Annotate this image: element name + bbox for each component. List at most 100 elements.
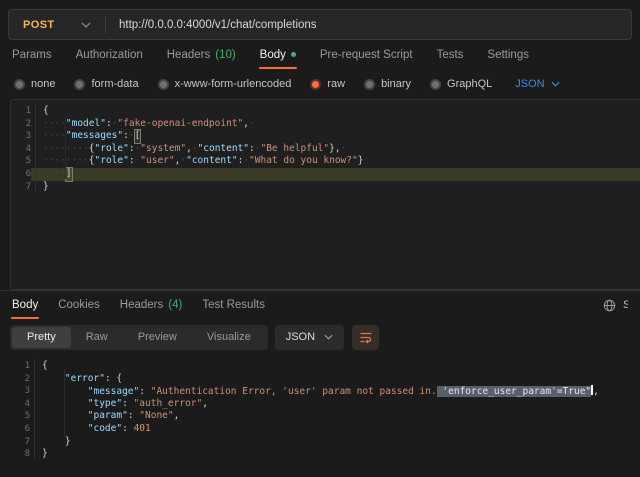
chevron-down-icon [324, 334, 333, 340]
code-line[interactable]: 4 "type": "auth_error", [10, 398, 640, 411]
response-toolbar: Pretty Raw Preview Visualize JSON [0, 319, 640, 355]
code-line[interactable]: 8} [10, 448, 640, 461]
code-line[interactable]: 1{ [11, 105, 640, 118]
radio-graphql[interactable]: GraphQL [430, 78, 492, 90]
tab-label: Body [12, 299, 38, 311]
code-line[interactable]: 2 "error": { [10, 373, 640, 386]
code-line[interactable]: 6····] [11, 168, 640, 181]
radio-icon [14, 79, 25, 90]
code-line[interactable]: 5 "param": "None", [10, 410, 640, 423]
tab-params[interactable]: Params [12, 40, 52, 69]
chevron-down-icon [81, 22, 91, 28]
radio-icon [430, 79, 441, 90]
status-text-clipped: S [623, 299, 628, 311]
line-number: 5 [11, 155, 31, 168]
tab-body[interactable]: Body [260, 40, 296, 69]
code-line[interactable]: 4········{"role":·"system",·"content":·"… [11, 143, 640, 156]
tab-settings[interactable]: Settings [487, 40, 529, 69]
postman-window: POST http://0.0.0.0:4000/v1/chat/complet… [0, 0, 640, 477]
url-input[interactable]: http://0.0.0.0:4000/v1/chat/completions [106, 19, 317, 31]
method-label: POST [23, 19, 55, 31]
tab-pre-request-script[interactable]: Pre-request Script [320, 40, 413, 69]
tab-label: Pre-request Script [320, 49, 413, 61]
radio-label: raw [327, 78, 345, 90]
code-line[interactable]: 1{ [10, 360, 640, 373]
request-url-row: POST http://0.0.0.0:4000/v1/chat/complet… [0, 0, 640, 40]
response-body-editor[interactable]: 1{2 "error": {3 "message": "Authenticati… [10, 355, 640, 461]
radio-label: x-www-form-urlencoded [175, 78, 292, 90]
line-number: 6 [11, 168, 31, 181]
tab-authorization[interactable]: Authorization [76, 40, 143, 69]
line-number: 1 [11, 105, 31, 118]
code-lines: 1{2 "error": {3 "message": "Authenticati… [10, 355, 640, 461]
view-raw[interactable]: Raw [71, 327, 123, 348]
response-view-switcher: Pretty Raw Preview Visualize [10, 325, 268, 350]
radio-label: none [31, 78, 55, 90]
word-wrap-button[interactable] [352, 325, 379, 350]
body-type-row: none form-data x-www-form-urlencoded raw… [0, 69, 640, 99]
radio-selected-icon [310, 79, 321, 90]
view-preview[interactable]: Preview [123, 327, 192, 348]
tab-label: Settings [487, 49, 529, 61]
request-tabs: Params Authorization Headers (10) Body Pr… [0, 40, 640, 69]
tab-cookies[interactable]: Cookies [58, 291, 100, 319]
radio-label: binary [381, 78, 411, 90]
tab-label: Tests [437, 49, 464, 61]
code-line[interactable]: 2····"model":·"fake-openai-endpoint",· [11, 118, 640, 131]
line-number: 7 [11, 181, 31, 194]
line-number: 2 [11, 118, 31, 131]
request-body-editor[interactable]: 1{2····"model":·"fake-openai-endpoint",·… [10, 99, 640, 290]
modified-dot-icon [291, 52, 296, 57]
radio-label: GraphQL [447, 78, 492, 90]
tab-label: Authorization [76, 49, 143, 61]
tab-label: Cookies [58, 299, 100, 311]
line-number: 7 [10, 436, 30, 449]
tab-headers[interactable]: Headers (10) [167, 40, 236, 69]
radio-icon [158, 79, 169, 90]
line-number: 3 [11, 130, 31, 143]
radio-icon [74, 79, 85, 90]
code-line[interactable]: 6 "code": 401 [10, 423, 640, 436]
line-number: 6 [10, 423, 30, 436]
tab-response-headers[interactable]: Headers (4) [120, 291, 183, 319]
code-lines: 1{2····"model":·"fake-openai-endpoint",·… [11, 100, 640, 193]
headers-count: (4) [168, 299, 182, 311]
method-dropdown[interactable]: POST [9, 19, 105, 31]
headers-count: (10) [215, 49, 235, 61]
radio-label: form-data [91, 78, 138, 90]
radio-binary[interactable]: binary [364, 78, 411, 90]
view-pretty[interactable]: Pretty [12, 327, 71, 348]
line-number: 1 [10, 360, 30, 373]
tab-test-results[interactable]: Test Results [202, 291, 265, 319]
code-line[interactable]: 3 "message": "Authentication Error, 'use… [10, 385, 640, 398]
tab-label: Headers [167, 49, 210, 61]
format-label: JSON [286, 331, 315, 343]
response-meta: S [603, 291, 628, 319]
tab-label: Params [12, 49, 52, 61]
radio-icon [364, 79, 375, 90]
response-tabs: Body Cookies Headers (4) Test Results S [0, 291, 640, 319]
code-line[interactable]: 7} [11, 181, 640, 194]
word-wrap-icon [359, 330, 373, 344]
radio-form-data[interactable]: form-data [74, 78, 138, 90]
body-format-dropdown[interactable]: JSON [515, 78, 559, 90]
line-number: 2 [10, 373, 30, 386]
tab-label: Headers [120, 299, 163, 311]
code-line[interactable]: 3····"messages":·[ [11, 130, 640, 143]
line-number: 3 [10, 385, 30, 398]
tab-response-body[interactable]: Body [12, 291, 38, 319]
format-label: JSON [515, 78, 544, 90]
line-number: 5 [10, 410, 30, 423]
radio-x-www-form-urlencoded[interactable]: x-www-form-urlencoded [158, 78, 292, 90]
response-format-dropdown[interactable]: JSON [275, 325, 344, 350]
view-visualize[interactable]: Visualize [192, 327, 266, 348]
code-line[interactable]: 5········{"role":·"user",·"content":·"Wh… [11, 155, 640, 168]
tab-tests[interactable]: Tests [437, 40, 464, 69]
globe-icon[interactable] [603, 299, 616, 312]
line-number: 4 [10, 398, 30, 411]
url-bar: POST http://0.0.0.0:4000/v1/chat/complet… [8, 9, 632, 40]
radio-none[interactable]: none [14, 78, 55, 90]
code-line[interactable]: 7 } [10, 436, 640, 449]
line-number: 8 [10, 448, 30, 461]
radio-raw[interactable]: raw [310, 78, 345, 90]
